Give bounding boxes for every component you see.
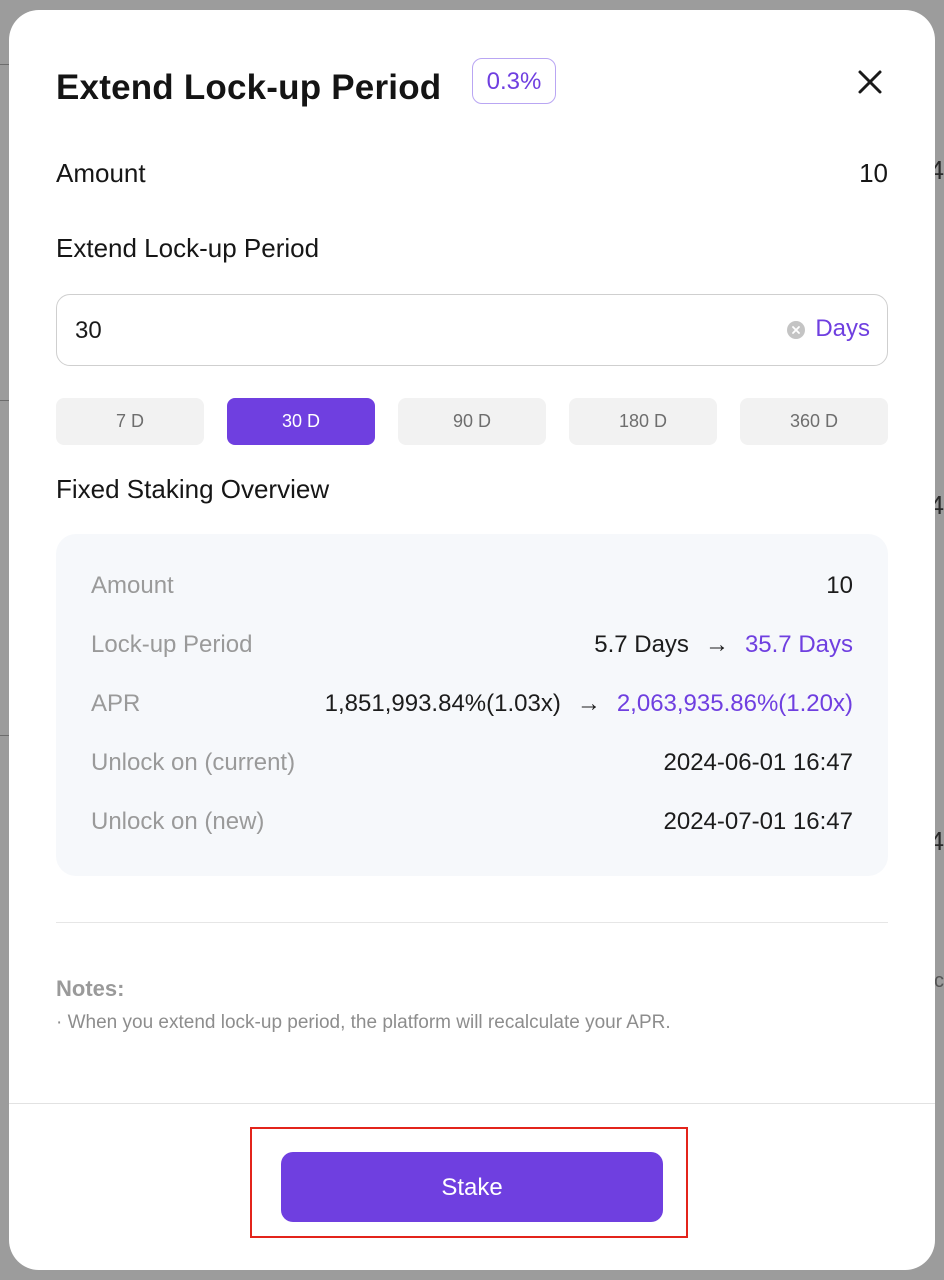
extend-lockup-modal: Extend Lock-up Period 0.3% Amount 10 Ext… — [9, 10, 935, 1270]
preset-360d[interactable]: 360 D — [740, 398, 888, 445]
overview-apr-label: APR — [91, 690, 141, 717]
amount-label: Amount — [56, 158, 146, 188]
overview-apr-value: 1,851,993.84%(1.03x) → 2,063,935.86%(1.20x… — [325, 690, 853, 718]
apr-badge: 0.3% — [472, 58, 556, 104]
preset-180d[interactable]: 180 D — [569, 398, 717, 445]
period-presets: 7 D 30 D 90 D 180 D 360 D — [56, 398, 888, 445]
notes-title: Notes: — [56, 976, 125, 1001]
preset-90d[interactable]: 90 D — [398, 398, 546, 445]
unlock-current-value: 2024-06-01 16:47 — [663, 749, 854, 776]
amount-row: Amount 10 — [56, 158, 888, 194]
period-input[interactable] — [73, 295, 757, 366]
lockup-new-value: 35.7 Days — [744, 631, 853, 658]
unlock-current-label: Unlock on (current) — [91, 749, 296, 776]
background-glyph: c — [934, 970, 944, 992]
footer-divider — [9, 1103, 935, 1104]
overview-lockup-label: Lock-up Period — [91, 631, 253, 658]
overview-lockup-row: Lock-up Period 5.7 Days → 35.7 Days — [91, 631, 853, 665]
preset-7d[interactable]: 7 D — [56, 398, 204, 445]
overview-unlock-current-row: Unlock on (current) 2024-06-01 16:47 — [91, 749, 853, 783]
arrow-right-icon: → — [576, 690, 601, 717]
amount-value: 10 — [859, 158, 888, 188]
overview-apr-row: APR 1,851,993.84%(1.03x) → 2,063,935.86%(1… — [91, 690, 853, 724]
apr-old-value: 1,851,993.84%(1.03x) — [324, 690, 561, 717]
notes-text: · When you extend lock-up period, the pl… — [56, 1012, 671, 1033]
period-input-box[interactable]: Days — [56, 294, 888, 366]
staking-overview-panel: Amount 10 Lock-up Period 5.7 Days → 35.7 D… — [56, 534, 888, 876]
overview-amount-label: Amount — [91, 572, 174, 599]
unlock-new-label: Unlock on (new) — [91, 808, 265, 835]
unlock-new-value: 2024-07-01 16:47 — [663, 808, 854, 835]
section-divider — [56, 922, 888, 923]
apr-new-value: 2,063,935.86%(1.20x) — [616, 690, 853, 717]
modal-title: Extend Lock-up Period — [56, 68, 442, 107]
extend-period-label: Extend Lock-up Period — [56, 233, 320, 263]
lockup-old-value: 5.7 Days — [594, 631, 689, 658]
overview-title: Fixed Staking Overview — [56, 474, 330, 504]
clear-input-icon[interactable] — [787, 321, 805, 339]
overview-unlock-new-row: Unlock on (new) 2024-07-01 16:47 — [91, 808, 853, 842]
overview-amount-row: Amount 10 — [91, 572, 853, 606]
arrow-right-icon: → — [704, 631, 729, 658]
preset-30d[interactable]: 30 D — [227, 398, 375, 445]
period-unit: Days — [815, 315, 870, 342]
stake-button[interactable]: Stake — [281, 1152, 663, 1222]
modal-header: Extend Lock-up Period 0.3% — [56, 58, 888, 118]
overview-amount-value: 10 — [826, 572, 853, 599]
close-icon[interactable] — [852, 64, 888, 100]
overview-lockup-value: 5.7 Days → 35.7 Days — [594, 631, 853, 659]
